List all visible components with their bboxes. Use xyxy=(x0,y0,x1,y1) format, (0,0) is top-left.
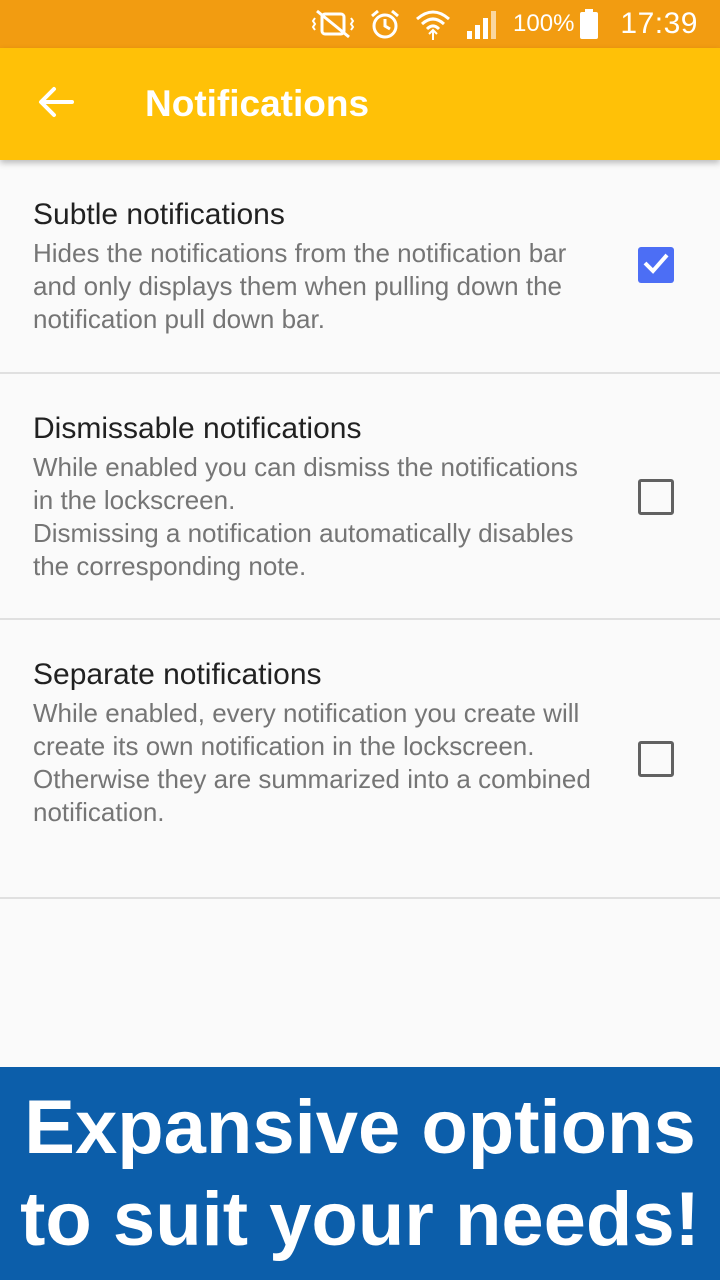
checkmark-icon xyxy=(642,251,670,280)
separate-notifications-checkbox[interactable] xyxy=(638,741,674,777)
battery-icon xyxy=(580,9,599,39)
setting-title: Separate notifications xyxy=(33,658,322,691)
setting-summary: Hides the notifications from the notific… xyxy=(33,238,567,334)
setting-summary: While enabled you can dismiss the notifi… xyxy=(33,452,578,581)
back-button[interactable] xyxy=(0,48,112,160)
setting-title: Subtle notifications xyxy=(33,198,285,231)
promo-line-1: Expansive options xyxy=(24,1084,696,1170)
dismissable-notifications-checkbox[interactable] xyxy=(638,479,674,515)
alarm-icon xyxy=(369,8,401,40)
subtle-notifications-checkbox[interactable] xyxy=(638,247,674,283)
promo-line-2: to suit your needs! xyxy=(20,1176,700,1262)
clock: 17:39 xyxy=(620,7,698,40)
mute-vibrate-icon xyxy=(311,9,355,39)
app-bar: Notifications xyxy=(0,48,720,160)
setting-dismissable-notifications[interactable]: Dismissable notifications While enabled … xyxy=(0,374,720,620)
setting-summary: While enabled, every notification you cr… xyxy=(33,698,591,827)
status-bar: 100% 17:39 xyxy=(0,0,720,48)
setting-separate-notifications[interactable]: Separate notifications While enabled, ev… xyxy=(0,620,720,899)
settings-list: Subtle notifications Hides the notificat… xyxy=(0,160,720,899)
arrow-back-icon xyxy=(38,86,74,123)
page-title: Notifications xyxy=(145,83,370,124)
setting-title: Dismissable notifications xyxy=(33,412,362,445)
promo-banner: Expansive options to suit your needs! xyxy=(0,1067,720,1280)
setting-subtle-notifications[interactable]: Subtle notifications Hides the notificat… xyxy=(0,160,720,374)
battery-percentage: 100% xyxy=(513,10,575,37)
signal-icon xyxy=(465,9,499,39)
wifi-icon xyxy=(415,8,451,40)
